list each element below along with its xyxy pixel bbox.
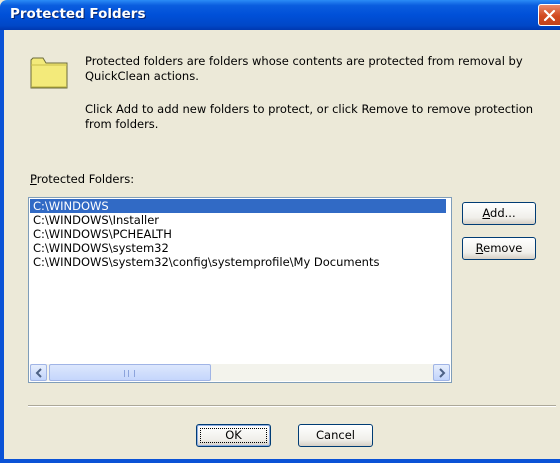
label-accelerator: P — [30, 172, 37, 186]
add-label-rest: dd... — [490, 206, 516, 220]
window-frame-bottom — [0, 459, 560, 463]
list-item[interactable]: C:\WINDOWS\system32 — [30, 241, 446, 255]
title-bar[interactable]: Protected Folders — [0, 0, 560, 30]
folder-icon — [30, 57, 68, 89]
horizontal-scrollbar[interactable] — [30, 364, 450, 381]
remove-button[interactable]: Remove — [462, 237, 536, 260]
window-frame-left — [0, 30, 4, 463]
arrow-right-icon — [439, 368, 446, 378]
ok-button[interactable]: OK — [196, 424, 271, 447]
list-item[interactable]: C:\WINDOWS\PCHEALTH — [30, 227, 446, 241]
label-rest: rotected Folders: — [36, 172, 135, 186]
protected-folders-label: Protected Folders: — [30, 172, 134, 186]
description-text-1: Protected folders are folders whose cont… — [85, 54, 523, 83]
scroll-right-button[interactable] — [433, 364, 450, 381]
scroll-left-button[interactable] — [30, 364, 47, 381]
list-items-container: C:\WINDOWS C:\WINDOWS\Installer C:\WINDOWS… — [30, 199, 450, 362]
separator — [28, 405, 556, 407]
remove-label-rest: emove — [483, 241, 523, 255]
grip-icon — [124, 370, 135, 377]
close-icon — [543, 9, 556, 22]
cancel-button[interactable]: Cancel — [298, 424, 373, 447]
add-accelerator: A — [482, 206, 491, 220]
close-button[interactable] — [538, 4, 560, 26]
arrow-left-icon — [35, 368, 42, 378]
cancel-label: Cancel — [316, 428, 355, 442]
window-title: Protected Folders — [10, 6, 146, 22]
list-item[interactable]: C:\WINDOWS — [30, 199, 446, 213]
add-button[interactable]: Add... — [462, 202, 536, 225]
focus-rectangle — [200, 428, 267, 443]
list-item[interactable]: C:\WINDOWS\Installer — [30, 213, 446, 227]
description-text-2: Click Add to add new folders to protect,… — [85, 102, 534, 131]
protected-folders-list[interactable]: C:\WINDOWS C:\WINDOWS\Installer C:\WINDOWS… — [28, 197, 452, 383]
scroll-thumb[interactable] — [49, 364, 211, 381]
list-item[interactable]: C:\WINDOWS\system32\config\systemprofile… — [30, 255, 446, 269]
